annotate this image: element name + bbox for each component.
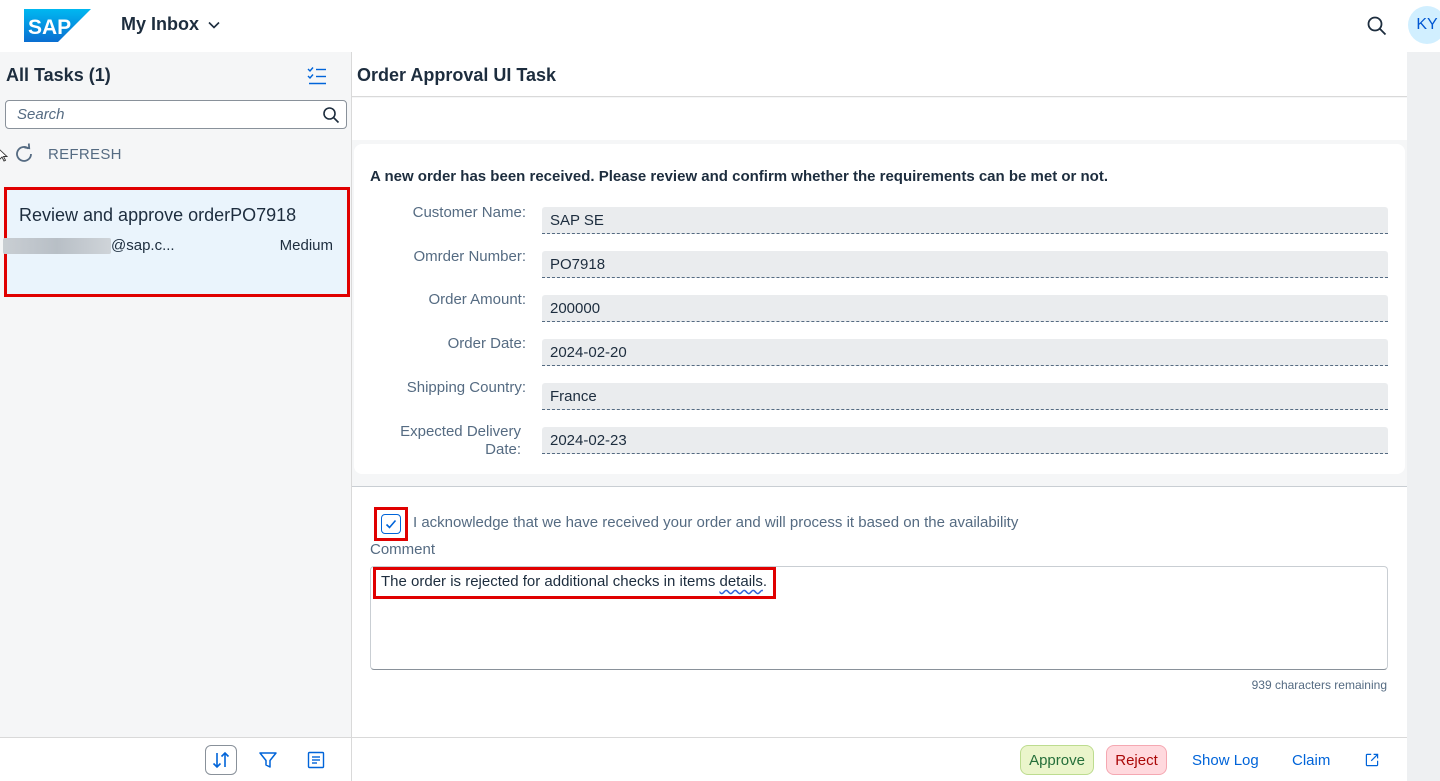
- open-new-window-button[interactable]: [1356, 745, 1388, 775]
- app-title-text: My Inbox: [121, 14, 200, 34]
- search-icon[interactable]: [322, 106, 340, 124]
- master-pane: All Tasks (1) REFRESH Revi: [0, 52, 352, 781]
- open-new-window-icon: [1365, 753, 1379, 767]
- redacted-sender: [3, 238, 111, 254]
- filter-button[interactable]: [252, 745, 284, 775]
- shipping-country-field[interactable]: France: [542, 383, 1388, 410]
- comment-text: The order is rejected for additional che…: [373, 567, 777, 599]
- task-search: [5, 100, 347, 129]
- task-priority: Medium: [279, 237, 333, 254]
- search-icon[interactable]: [1366, 15, 1388, 37]
- multi-select-icon[interactable]: [306, 65, 328, 87]
- task-list-title: All Tasks (1): [6, 65, 111, 85]
- acknowledge-section: I acknowledge that we have received your…: [352, 486, 1407, 737]
- user-avatar[interactable]: KY: [1408, 6, 1440, 44]
- sort-button[interactable]: [205, 745, 237, 775]
- chevron-down-icon: [208, 21, 220, 29]
- task-list-item[interactable]: Review and approve orderPO7918 @sap.c...…: [3, 187, 350, 297]
- order-date-field[interactable]: 2024-02-20: [542, 339, 1388, 366]
- order-date-label: Order Date:: [447, 335, 526, 352]
- checkmark-icon: [385, 519, 397, 529]
- order-amount-field[interactable]: 200000: [542, 295, 1388, 322]
- order-amount-label: Order Amount:: [428, 291, 526, 308]
- comment-textarea[interactable]: The order is rejected for additional che…: [370, 566, 1388, 670]
- reject-button[interactable]: Reject: [1106, 745, 1167, 775]
- shipping-country-label: Shipping Country:: [406, 379, 526, 396]
- sort-icon: [212, 751, 230, 769]
- spellcheck-word: details: [719, 573, 763, 590]
- shell-header: SAP My Inbox KY: [0, 0, 1440, 52]
- task-sender-email: @sap.c...: [111, 237, 175, 254]
- form-heading: A new order has been received. Please re…: [370, 168, 1109, 185]
- master-footer-toolbar: [0, 737, 351, 781]
- checkbox-frame: [381, 514, 401, 534]
- comment-text-main: The order is rejected for additional che…: [381, 573, 720, 590]
- refresh-button[interactable]: REFRESH: [12, 142, 122, 166]
- detail-pane: Order Approval UI Task A new order has b…: [352, 52, 1407, 781]
- user-initials: KY: [1416, 16, 1438, 33]
- app-shell: SAP My Inbox KY All Tasks (1) Search REF…: [0, 0, 1440, 781]
- approve-button[interactable]: Approve: [1020, 745, 1094, 775]
- acknowledge-text: I acknowledge that we have received your…: [413, 514, 1019, 531]
- comment-label: Comment: [370, 541, 436, 558]
- detail-footer-toolbar: Approve Reject Show Log Claim: [352, 737, 1407, 781]
- task-title: Review and approve orderPO7918: [19, 205, 297, 225]
- detail-header: Order Approval UI Task: [352, 52, 1407, 97]
- comment-text-end: .: [762, 573, 768, 590]
- task-detail-title: Order Approval UI Task: [357, 65, 557, 85]
- customer-name-label: Customer Name:: [412, 204, 526, 221]
- search-input[interactable]: [6, 101, 306, 128]
- scrollbar-track[interactable]: [1407, 52, 1440, 781]
- refresh-icon: [16, 143, 32, 162]
- app-title-menu[interactable]: My Inbox: [121, 14, 221, 35]
- mouse-cursor-icon: [0, 149, 8, 162]
- order-number-label: Omrder Number:: [413, 248, 526, 265]
- expected-delivery-date-field[interactable]: 2024-02-23: [542, 427, 1388, 454]
- detail-subheader: [352, 98, 1407, 140]
- customer-name-field[interactable]: SAP SE: [542, 207, 1388, 234]
- refresh-label: REFRESH: [48, 145, 122, 163]
- svg-text:SAP: SAP: [28, 16, 71, 39]
- chars-remaining: 939 characters remaining: [1251, 678, 1387, 692]
- claim-button[interactable]: Claim: [1284, 745, 1338, 775]
- group-icon: [307, 751, 325, 769]
- show-log-button[interactable]: Show Log: [1184, 745, 1267, 775]
- group-button[interactable]: [300, 745, 332, 775]
- order-number-field[interactable]: PO7918: [542, 251, 1388, 278]
- acknowledge-checkbox[interactable]: [374, 507, 408, 541]
- sap-logo[interactable]: SAP: [24, 9, 91, 42]
- expected-delivery-date-label: Expected Delivery Date:: [400, 423, 521, 458]
- filter-icon: [259, 752, 277, 768]
- order-form-card: A new order has been received. Please re…: [354, 144, 1405, 474]
